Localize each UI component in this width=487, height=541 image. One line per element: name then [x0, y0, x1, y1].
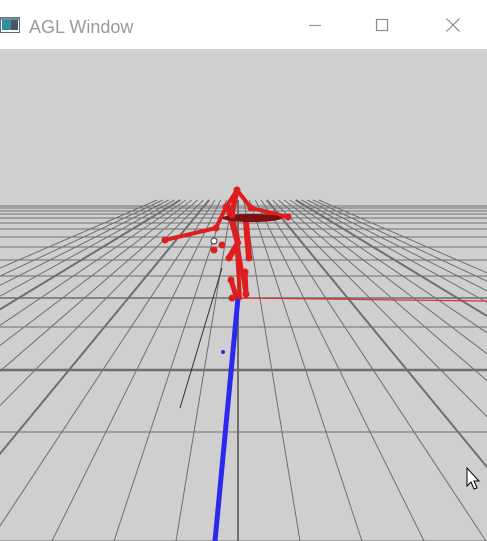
minimize-button[interactable]	[292, 0, 338, 49]
skeleton-joint	[210, 237, 218, 245]
window-titlebar[interactable]: AGL Window	[0, 0, 487, 49]
skeleton-bone	[243, 219, 252, 261]
skeleton-joint	[218, 241, 226, 249]
maximize-button[interactable]	[359, 0, 405, 49]
skeleton-bone	[163, 226, 218, 242]
skeleton-joint	[241, 268, 249, 276]
gl-viewport[interactable]	[0, 49, 487, 541]
skeleton-joint	[210, 246, 218, 254]
skeleton-joint	[228, 294, 236, 302]
floor-grid	[0, 199, 487, 541]
window-title: AGL Window	[29, 17, 134, 37]
skeleton-joint	[225, 254, 233, 262]
skeleton-joint	[247, 204, 255, 212]
skeleton-joint	[228, 211, 236, 219]
skeleton-joint	[212, 224, 220, 232]
skeleton-joint	[222, 203, 230, 211]
skeleton-joint	[232, 231, 240, 239]
close-button[interactable]	[430, 0, 476, 49]
skeleton-joint	[227, 276, 235, 284]
mouse-cursor-icon	[466, 466, 481, 490]
maximize-icon	[375, 18, 389, 31]
skeleton-joint	[245, 254, 253, 262]
skeleton-joint	[233, 186, 241, 194]
scene-canvas[interactable]	[0, 49, 487, 541]
skeleton-joint	[242, 290, 250, 298]
app-icon	[0, 17, 20, 33]
skeleton-joint	[284, 213, 292, 221]
origin-marker	[221, 350, 225, 354]
z-axis-line	[212, 297, 241, 541]
close-icon	[446, 17, 460, 32]
skeleton-joint	[161, 236, 169, 244]
minimize-icon	[309, 24, 321, 26]
